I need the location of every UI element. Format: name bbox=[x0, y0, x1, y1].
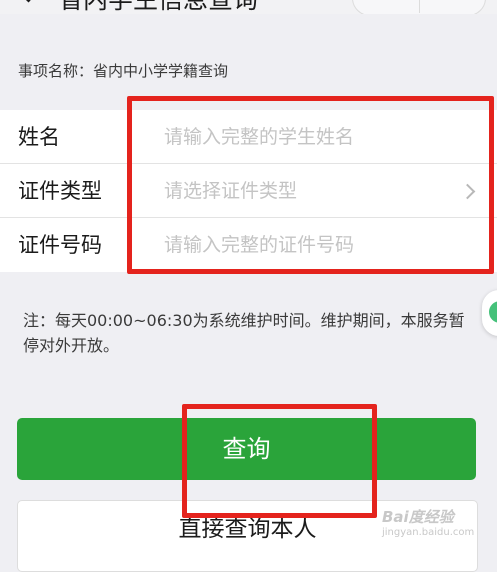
maintenance-note: 注：每天00:00~06:30为系统维护时间。维护期间，本服务暂停对外开放。 bbox=[23, 311, 465, 355]
watermark-logo: Bai度经验 bbox=[382, 508, 454, 526]
id-type-label: 证件类型 bbox=[18, 179, 102, 203]
watermark: Bai度经验 jingyan.baidu.com bbox=[382, 506, 474, 538]
item-name: 事项名称：省内中小学学籍查询 bbox=[18, 62, 229, 80]
mini-program-capsule bbox=[352, 0, 486, 14]
annotation-box-query bbox=[182, 404, 377, 518]
chat-icon bbox=[489, 301, 497, 323]
nav-bar: 省内学生信息查询 bbox=[0, 0, 497, 14]
watermark-url: jingyan.baidu.com bbox=[382, 527, 475, 538]
back-arrow-icon[interactable] bbox=[16, 0, 41, 3]
capsule-divider bbox=[419, 0, 420, 13]
name-label: 姓名 bbox=[18, 125, 60, 149]
id-number-label: 证件号码 bbox=[18, 233, 102, 257]
annotation-box-form bbox=[127, 96, 494, 274]
page-title: 省内学生信息查询 bbox=[58, 0, 258, 14]
assistant-button[interactable] bbox=[482, 290, 497, 336]
